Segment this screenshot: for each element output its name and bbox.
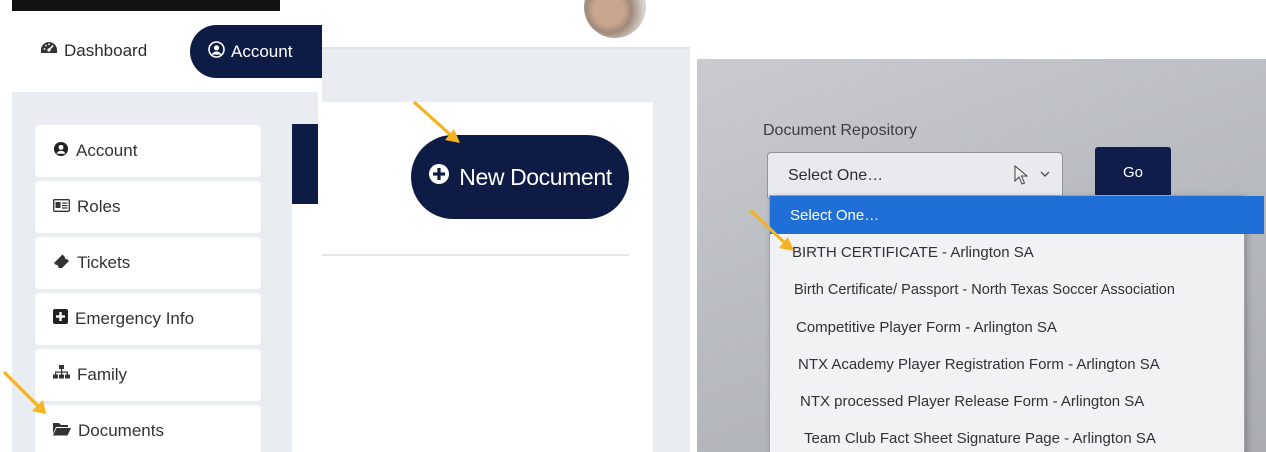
option-birth-certificate-arlington[interactable]: BIRTH CERTIFICATE - Arlington SA — [770, 234, 1266, 270]
id-card-icon — [53, 197, 70, 217]
go-button[interactable]: Go — [1095, 147, 1171, 197]
nav-account-label: Account — [231, 41, 293, 61]
tachometer-icon — [40, 40, 58, 61]
divider — [322, 254, 629, 256]
main-card-edge — [292, 124, 318, 452]
sidebar-item-emergency-info[interactable]: Emergency Info — [35, 293, 261, 345]
sidebar-item-label: Account — [76, 141, 138, 160]
document-repository-select[interactable]: Select One… — [767, 152, 1063, 200]
sidebar-item-tickets[interactable]: Tickets — [35, 237, 261, 289]
chevron-down-icon — [1040, 165, 1050, 181]
option-birth-certificate-passport[interactable]: Birth Certificate/ Passport - North Texa… — [770, 272, 1266, 308]
sidebar-item-label: Emergency Info — [75, 309, 195, 328]
plus-circle-icon — [428, 163, 450, 191]
folder-open-icon — [53, 421, 71, 441]
top-strip — [12, 0, 280, 11]
sidebar-item-roles[interactable]: Roles — [35, 181, 261, 233]
account-navigation-panel: Dashboard Account Account Roles Tickets … — [0, 0, 330, 452]
document-repository-label: Document Repository — [763, 122, 917, 139]
new-document-button[interactable]: New Document — [411, 135, 629, 219]
card-header-edge — [292, 124, 318, 204]
composite-screenshot: Dashboard Account Account Roles Tickets … — [0, 0, 1266, 452]
nav-dashboard[interactable]: Dashboard — [40, 40, 147, 61]
option-ntx-academy-registration[interactable]: NTX Academy Player Registration Form - A… — [770, 346, 1266, 382]
sidebar-item-label: Tickets — [77, 253, 131, 272]
user-circle-icon — [53, 141, 69, 162]
mouse-cursor-icon — [1014, 164, 1029, 190]
document-repository-photo: Document Repository Select One… Go Selec… — [697, 59, 1266, 452]
document-options-list: Select One… BIRTH CERTIFICATE - Arlingto… — [769, 195, 1264, 452]
new-document-label: New Document — [459, 163, 612, 190]
option-team-club-fact-sheet[interactable]: Team Club Fact Sheet Signature Page - Ar… — [770, 420, 1266, 452]
nav-account[interactable]: Account — [190, 25, 330, 78]
select-value: Select One… — [788, 167, 884, 184]
option-competitive-player-form[interactable]: Competitive Player Form - Arlington SA — [770, 309, 1266, 345]
sidebar-item-account[interactable]: Account — [35, 125, 261, 177]
documents-page-panel: New Document — [322, 0, 690, 452]
plus-square-icon — [53, 309, 68, 329]
option-select-one[interactable]: Select One… — [770, 196, 1264, 234]
ticket-icon — [53, 253, 70, 273]
sitemap-icon — [53, 365, 70, 385]
nav-dashboard-label: Dashboard — [64, 40, 148, 60]
option-ntx-processed-release[interactable]: NTX processed Player Release Form - Arli… — [770, 383, 1266, 419]
sidebar-item-label: Family — [77, 365, 128, 384]
sidebar-item-family[interactable]: Family — [35, 349, 261, 401]
sidebar-item-label: Documents — [78, 421, 164, 440]
user-circle-icon — [208, 40, 225, 63]
sidebar-item-label: Roles — [77, 197, 121, 216]
sidebar-item-documents[interactable]: Documents — [35, 405, 261, 452]
